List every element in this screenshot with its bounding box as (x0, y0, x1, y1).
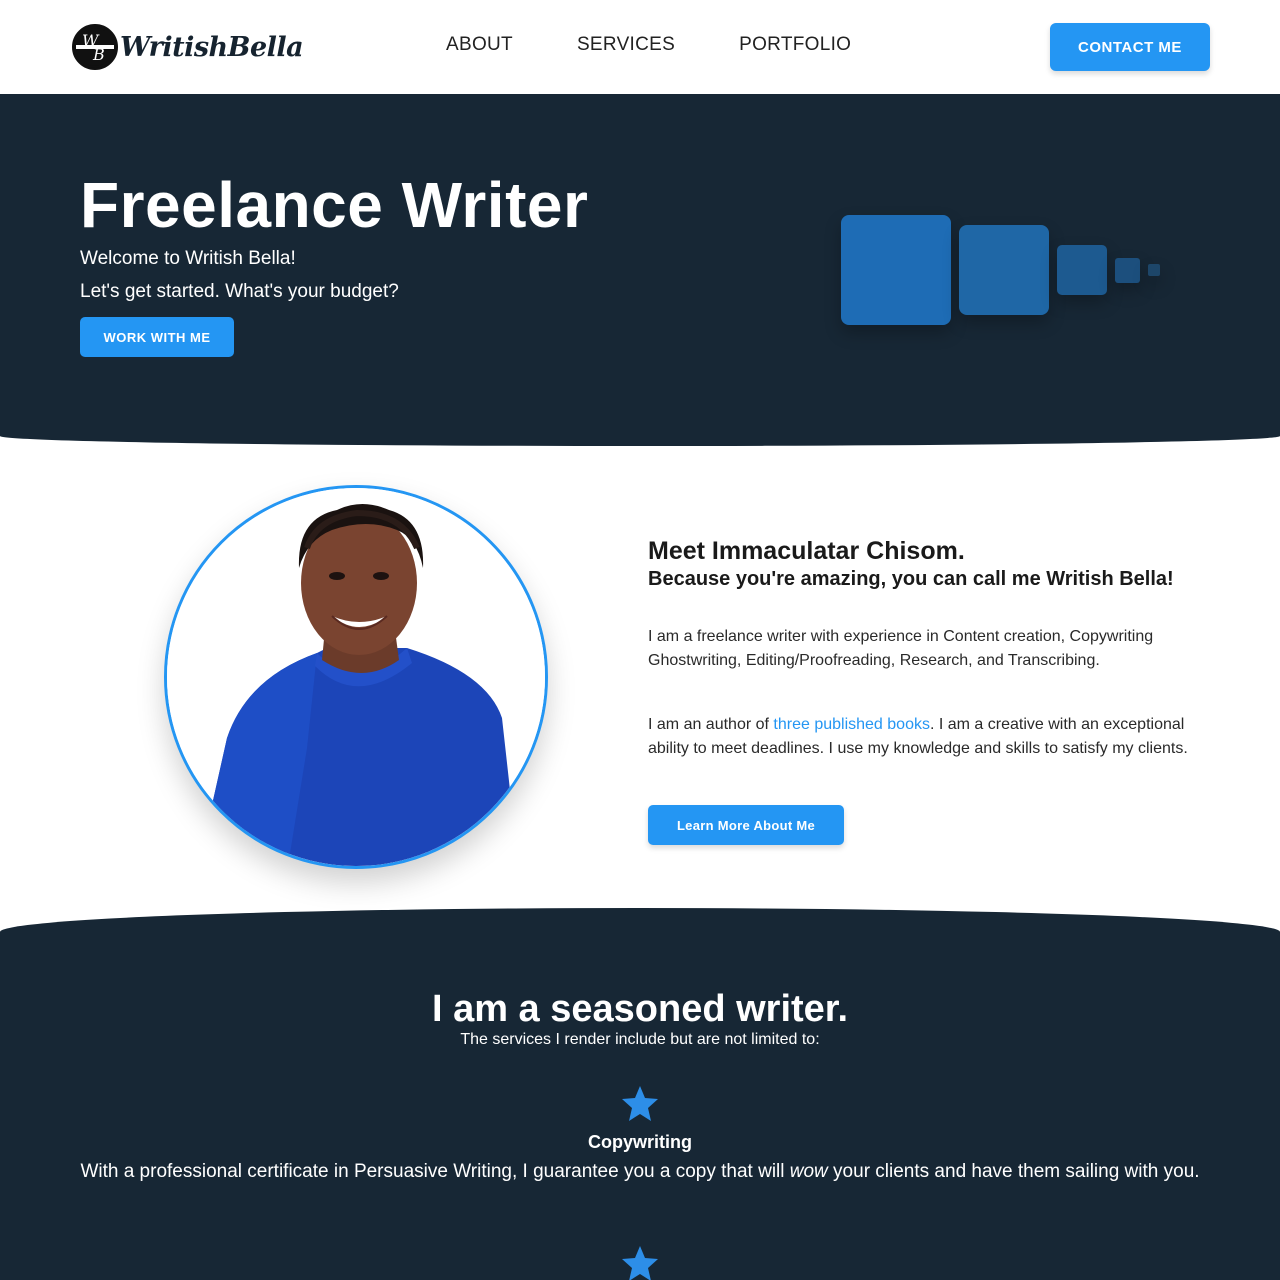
services-subtitle: The services I render include but are no… (460, 1031, 820, 1048)
decorative-square-small (1057, 245, 1107, 295)
about-p2-text-start: I am an author of (648, 716, 774, 733)
decorative-square-medium (959, 225, 1049, 315)
svg-text:B: B (92, 45, 105, 64)
hero-budget-text: Let's get started. What's your budget? (80, 281, 399, 302)
about-subtitle: Because you're amazing, you can call me … (648, 568, 1174, 590)
published-books-link[interactable]: three published books (773, 716, 930, 733)
logo-text: WritishBella (120, 31, 304, 63)
top-navbar: W B WritishBella ABOUT SERVICES PORTFOLI… (0, 0, 1280, 94)
learn-more-button[interactable]: Learn More About Me (648, 805, 844, 845)
work-with-me-button[interactable]: WORK WITH ME (80, 317, 234, 357)
service-desc-text-end: your clients and have them sailing with … (827, 1161, 1200, 1182)
service-desc-emphasis: wow (789, 1161, 828, 1182)
star-icon (622, 1246, 658, 1280)
hero-title: Freelance Writer (80, 169, 589, 241)
decorative-square-tiny (1115, 258, 1140, 283)
nav-link-services[interactable]: SERVICES (577, 34, 675, 56)
services-title: I am a seasoned writer. (431, 988, 849, 1030)
decorative-square-large (841, 215, 951, 325)
star-icon (622, 1086, 658, 1121)
nav-link-portfolio[interactable]: PORTFOLIO (739, 34, 851, 56)
services-section: I am a seasoned writer. The services I r… (0, 908, 1280, 1280)
about-title: Meet Immaculatar Chisom. (648, 537, 965, 565)
hero-section: Freelance Writer Welcome to Writish Bell… (0, 94, 1280, 446)
contact-me-button[interactable]: CONTACT ME (1050, 23, 1210, 71)
nav-links: ABOUT SERVICES PORTFOLIO (446, 34, 915, 56)
service-desc-text-start: With a professional certificate in Persu… (80, 1161, 790, 1182)
profile-portrait (164, 485, 548, 869)
about-paragraph-author: I am an author of three published books.… (648, 713, 1193, 761)
hero-welcome-text: Welcome to Writish Bella! (80, 248, 296, 269)
about-paragraph-experience: I am a freelance writer with experience … (648, 628, 1154, 669)
service-desc-copywriting: With a professional certificate in Persu… (76, 1158, 1204, 1186)
logo-monogram-icon: W B (72, 24, 118, 70)
service-title-copywriting: Copywriting (588, 1132, 692, 1152)
decorative-square-dot (1148, 264, 1160, 276)
nav-link-about[interactable]: ABOUT (446, 34, 513, 56)
portrait-illustration (167, 488, 545, 866)
site-logo[interactable]: W B WritishBella (72, 24, 304, 70)
